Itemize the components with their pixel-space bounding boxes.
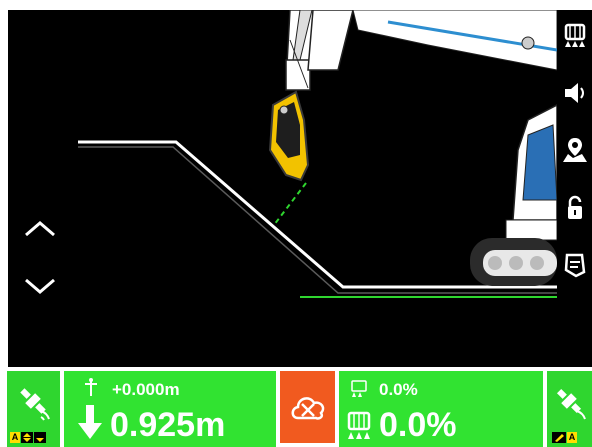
bucket-teeth-icon bbox=[351, 380, 367, 397]
current-slope-value: 0.0% bbox=[379, 406, 457, 444]
bucket bbox=[268, 90, 310, 182]
up-down-icon bbox=[34, 432, 46, 443]
status-bar: A +0.000m 0.925m 0.0% 0.0% A bbox=[0, 367, 592, 447]
side-toolbar bbox=[557, 10, 592, 367]
up-down-icon bbox=[21, 432, 33, 443]
bucket-icon bbox=[564, 253, 585, 278]
bucket-guidance-line bbox=[273, 182, 307, 226]
cut-depth-value: 0.925m bbox=[110, 406, 226, 444]
speaker-icon bbox=[564, 83, 584, 103]
gps-status-left[interactable]: A bbox=[7, 371, 60, 447]
cloud-cancel-icon bbox=[291, 397, 324, 420]
gps-mode-label: A bbox=[567, 432, 577, 443]
sound-button[interactable] bbox=[557, 73, 592, 113]
chevron-down-icon bbox=[25, 278, 55, 294]
machine-guidance-screen: A +0.000m 0.925m 0.0% 0.0% A bbox=[0, 0, 592, 447]
cloud-connection-button[interactable] bbox=[280, 371, 335, 443]
zoom-down-button[interactable] bbox=[22, 272, 58, 298]
bucket-teeth-button[interactable] bbox=[557, 15, 592, 55]
bucket-teeth-icon bbox=[564, 23, 585, 47]
lock-icon bbox=[567, 195, 582, 219]
bucket-mode-icon bbox=[552, 432, 566, 443]
lock-button[interactable] bbox=[557, 188, 592, 228]
profile-scene bbox=[78, 10, 557, 298]
chevron-up-icon bbox=[25, 221, 55, 237]
map-pin-icon bbox=[562, 138, 587, 162]
gps-status-right[interactable]: A bbox=[547, 371, 592, 447]
profile-view bbox=[8, 10, 557, 367]
depth-panel: +0.000m 0.925m bbox=[64, 371, 276, 447]
gps-mode-label: A bbox=[10, 432, 20, 443]
slope-panel: 0.0% 0.0% bbox=[339, 371, 543, 447]
zoom-up-button[interactable] bbox=[22, 215, 58, 241]
arrow-down-icon bbox=[78, 405, 102, 439]
satellite-icon bbox=[556, 388, 586, 420]
map-location-button[interactable] bbox=[557, 130, 592, 170]
depth-offset-value: +0.000m bbox=[112, 380, 180, 399]
satellite-icon bbox=[20, 388, 50, 421]
excavator-body bbox=[470, 104, 557, 286]
bucket-select-button[interactable] bbox=[557, 245, 592, 285]
offset-icon bbox=[85, 378, 97, 396]
target-slope-value: 0.0% bbox=[379, 380, 418, 399]
bucket-teeth-icon bbox=[347, 411, 371, 439]
excavator-arm bbox=[285, 10, 557, 91]
